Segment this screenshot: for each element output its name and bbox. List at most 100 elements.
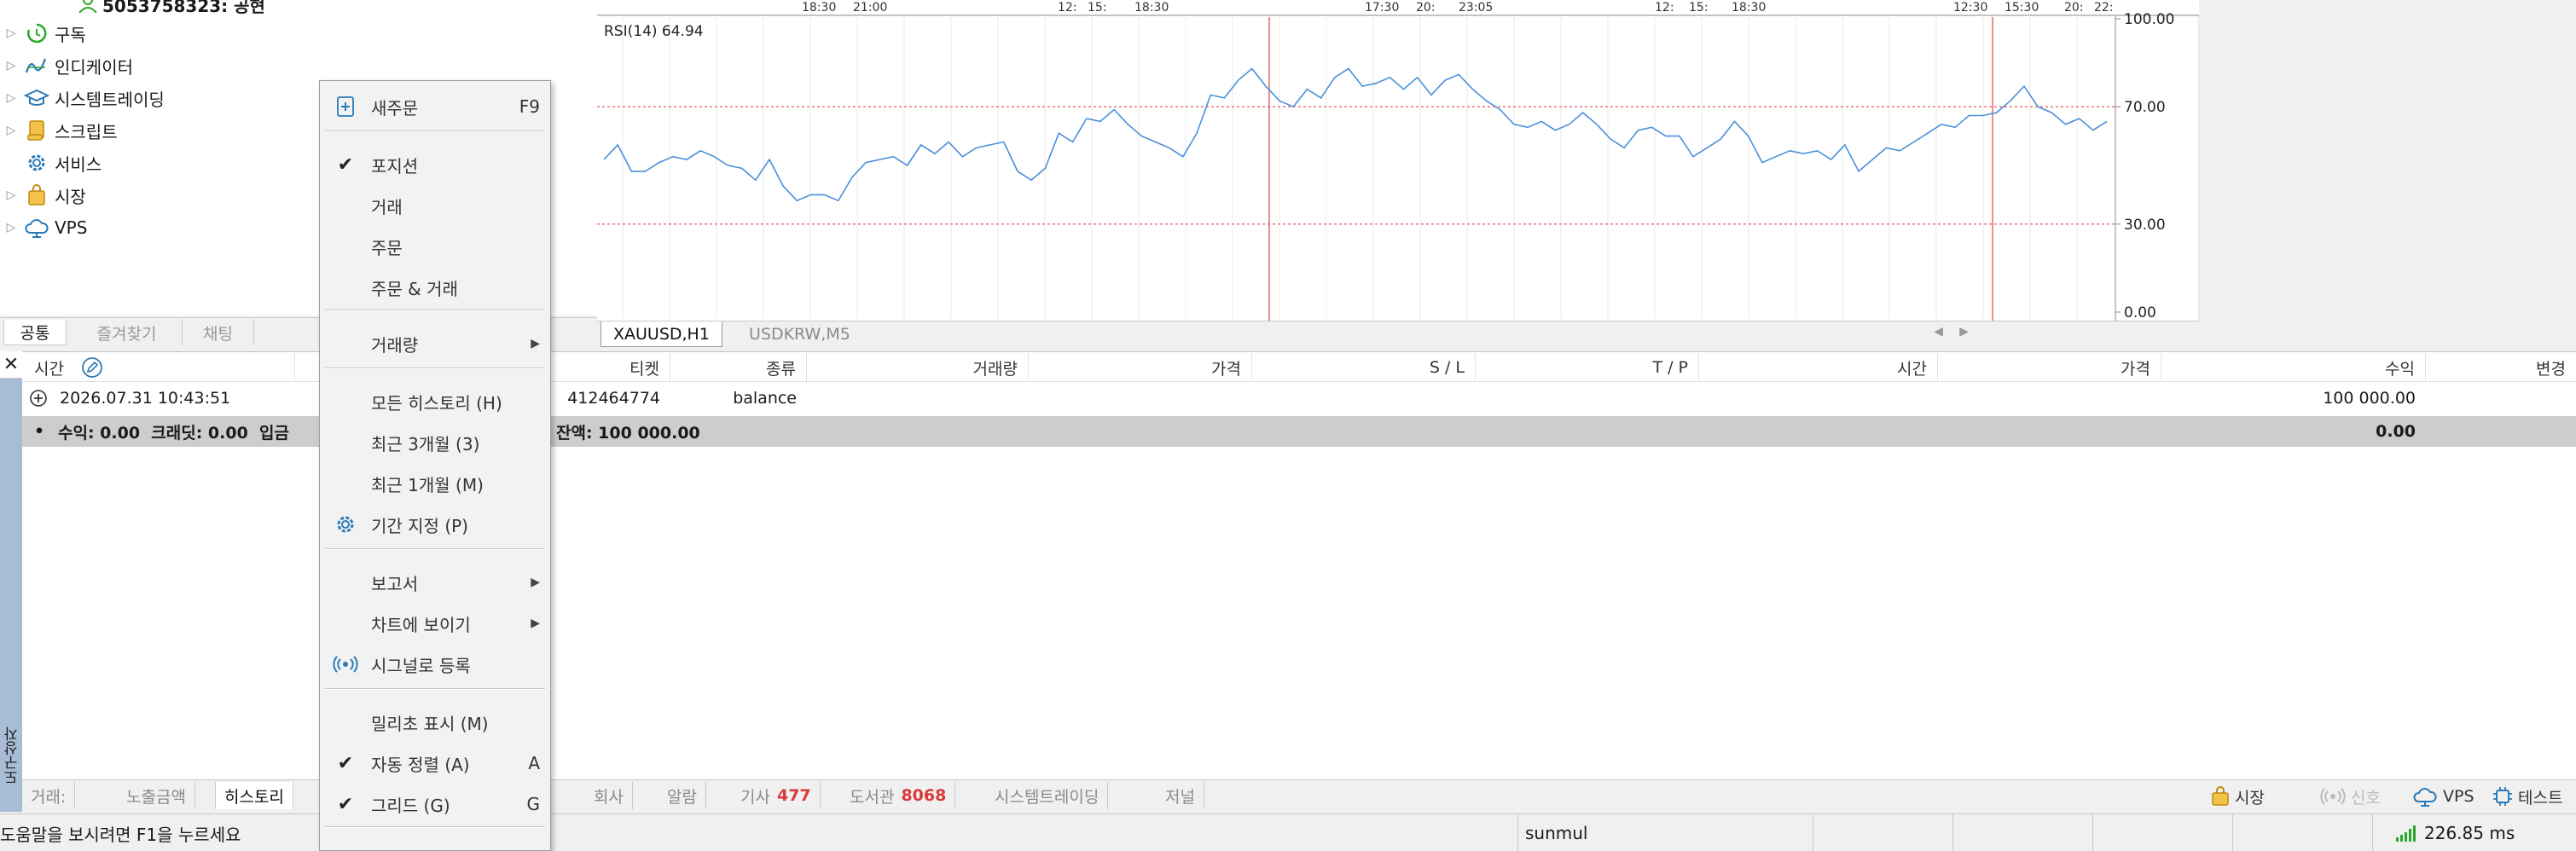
scroll-right-icon[interactable]: ▶ xyxy=(1959,325,1969,339)
indicator-label: RSI(14) 64.94 xyxy=(604,23,704,40)
menu-item-register-as-signal[interactable]: 시그널로 등록 xyxy=(320,645,550,683)
status-empty-3 xyxy=(1953,814,2093,851)
nav-item-subscription[interactable]: ▷ 구독 xyxy=(0,17,86,49)
menu-item-label: 최근 1개월 (M) xyxy=(371,474,484,495)
menu-item-orders[interactable]: 주문 xyxy=(320,228,550,265)
market-link[interactable]: 시장 xyxy=(2211,784,2265,809)
connection-status[interactable]: 226.85 ms xyxy=(2395,814,2576,851)
edit-icon[interactable] xyxy=(81,356,103,379)
menu-item-label: 주문 xyxy=(371,237,403,258)
menu-item-new-order[interactable]: 새주문 F9 xyxy=(320,88,550,125)
menu-separator xyxy=(325,130,545,132)
tab-trade[interactable]: 거래: xyxy=(22,782,76,809)
col-price[interactable]: 가격 xyxy=(1029,353,1252,382)
col-volume[interactable]: 거래량 xyxy=(807,353,1029,382)
menu-item-label: 새주문 xyxy=(371,97,419,119)
expand-icon[interactable]: ▷ xyxy=(0,26,22,40)
menu-item-orders-and-deals[interactable]: 주문 & 거래 xyxy=(320,269,550,306)
time-tick-label: 20: xyxy=(1416,1,1436,14)
menu-item-all-history[interactable]: 모든 히스토리 (H) xyxy=(320,383,550,420)
time-tick-label: 15: xyxy=(1088,1,1107,14)
rsi-chart[interactable]: 18:30 21:00 12: 15: 18:30 17:30 20: 23:05 12: 15:… xyxy=(597,0,2200,350)
account-icon xyxy=(77,0,99,14)
market-label: 시장 xyxy=(2235,788,2265,808)
nav-item-expert-advisors[interactable]: ▷ 시스템트레이딩 xyxy=(0,82,165,114)
expand-icon[interactable]: ▷ xyxy=(0,59,22,72)
tab-favorites[interactable]: 즐겨찾기 xyxy=(72,320,183,345)
menu-item-deals[interactable]: 거래 xyxy=(320,187,550,224)
tab-alerts[interactable]: 알람 xyxy=(659,782,706,809)
y-tick-label: 0.00 xyxy=(2124,304,2156,321)
tab-label: 시스템트레이딩 xyxy=(995,787,1099,807)
menu-item-custom-period[interactable]: 기간 지정 (P) xyxy=(320,506,550,543)
menu-item-last-3-months[interactable]: 최근 3개월 (3) xyxy=(320,424,550,461)
signals-link[interactable]: 신호 xyxy=(2320,784,2381,809)
summary-bullet: • xyxy=(34,422,45,441)
menu-item-show-milliseconds[interactable]: 밀리초 표시 (M) xyxy=(320,703,550,741)
time-tick-label: 17:30 xyxy=(1365,1,1399,14)
menu-separator xyxy=(325,368,545,369)
menu-separator xyxy=(325,310,545,311)
col-tp[interactable]: T / P xyxy=(1476,353,1699,382)
col-close-price[interactable]: 가격 xyxy=(1938,353,2161,382)
col-change[interactable]: 변경 xyxy=(2426,353,2576,382)
checkmark-icon: ✔ xyxy=(337,752,354,774)
expand-icon[interactable]: ▷ xyxy=(0,124,22,137)
nav-item-scripts[interactable]: ▷ 스크립트 xyxy=(0,114,118,147)
row-expand-icon[interactable] xyxy=(29,384,48,413)
time-tick-label: 23:05 xyxy=(1459,1,1493,14)
tab-history[interactable]: 히스토리 xyxy=(215,782,293,809)
nav-item-indicators[interactable]: ▷ 인디케이터 xyxy=(0,49,133,82)
menu-item-last-month[interactable]: 최근 1개월 (M) xyxy=(320,465,550,502)
menu-item-positions[interactable]: ✔ 포지션 xyxy=(320,146,550,183)
menu-item-volume[interactable]: 거래량 ▶ xyxy=(320,325,550,362)
menu-item-columns[interactable]: 열▶ xyxy=(320,842,550,851)
col-profit[interactable]: 수익 xyxy=(2161,353,2426,382)
menu-item-report[interactable]: 보고서 ▶ xyxy=(320,564,550,601)
gear-icon xyxy=(22,152,51,174)
tab-journal[interactable]: 저널 xyxy=(1157,782,1204,809)
signal-icon xyxy=(320,656,371,673)
expand-icon[interactable]: ▷ xyxy=(0,188,22,202)
tab-library[interactable]: 도서관 8068 xyxy=(841,782,956,809)
menu-item-label: 열 xyxy=(371,848,531,851)
tab-company[interactable]: 회사 xyxy=(585,782,633,809)
col-close-time[interactable]: 시간 xyxy=(1699,353,1938,382)
tab-articles[interactable]: 기사 477 xyxy=(732,782,821,809)
tab-chat[interactable]: 채팅 xyxy=(183,320,254,345)
col-sl[interactable]: S / L xyxy=(1252,353,1476,382)
status-empty-1 xyxy=(546,814,1518,851)
nav-item-market[interactable]: ▷ 시장 xyxy=(0,179,86,211)
tab-common[interactable]: 공통 xyxy=(3,320,67,345)
nav-item-services[interactable]: 서비스 xyxy=(0,147,102,179)
tester-link[interactable]: 테스트 xyxy=(2492,784,2562,809)
vps-link[interactable]: VPS xyxy=(2412,784,2474,809)
tab-label: 도서관 xyxy=(850,787,895,807)
time-tick-label: 12: xyxy=(1655,1,1674,14)
status-empty-5 xyxy=(2233,814,2373,851)
menu-item-auto-arrange[interactable]: ✔ 자동 정렬 (A) A xyxy=(320,744,550,782)
tab-expert-advisors[interactable]: 시스템트레이딩 xyxy=(986,782,1109,809)
menu-item-label: 모든 히스토리 (H) xyxy=(371,392,502,414)
status-profile: sunmul xyxy=(1518,814,1813,851)
chart-tab-xauusd[interactable]: XAUUSD,H1 xyxy=(600,321,722,347)
account-row[interactable]: 5053758323: 공현 xyxy=(77,0,265,20)
expand-icon[interactable]: ▷ xyxy=(0,221,22,234)
expand-icon[interactable]: ▷ xyxy=(0,91,22,105)
col-time[interactable]: 시간 xyxy=(22,353,295,382)
menu-shortcut: F9 xyxy=(519,96,540,117)
col-type[interactable]: 종류 xyxy=(670,353,807,382)
nav-item-label: VPS xyxy=(55,217,88,238)
tab-exposure[interactable]: 노출금액 xyxy=(118,782,195,809)
time-tick-label: 12: xyxy=(1058,1,1077,14)
menu-item-show-on-chart[interactable]: 차트에 보이기 ▶ xyxy=(320,605,550,642)
y-tick-label: 70.00 xyxy=(2124,99,2166,116)
chart-tab-usdkrw[interactable]: USDKRW,M5 xyxy=(737,321,862,347)
toolbox-side-bar: ✕ 도구상자 xyxy=(0,351,22,812)
chart-window[interactable]: 18:30 21:00 12: 15: 18:30 17:30 20: 23:05 12: 15:… xyxy=(597,0,2200,350)
menu-item-grid[interactable]: ✔ 그리드 (G) G xyxy=(320,785,550,823)
scroll-left-icon[interactable]: ◀ xyxy=(1934,325,1943,339)
close-icon[interactable]: ✕ xyxy=(0,351,22,379)
nav-item-label: 구독 xyxy=(55,24,86,45)
nav-item-vps[interactable]: ▷ VPS xyxy=(0,211,87,244)
